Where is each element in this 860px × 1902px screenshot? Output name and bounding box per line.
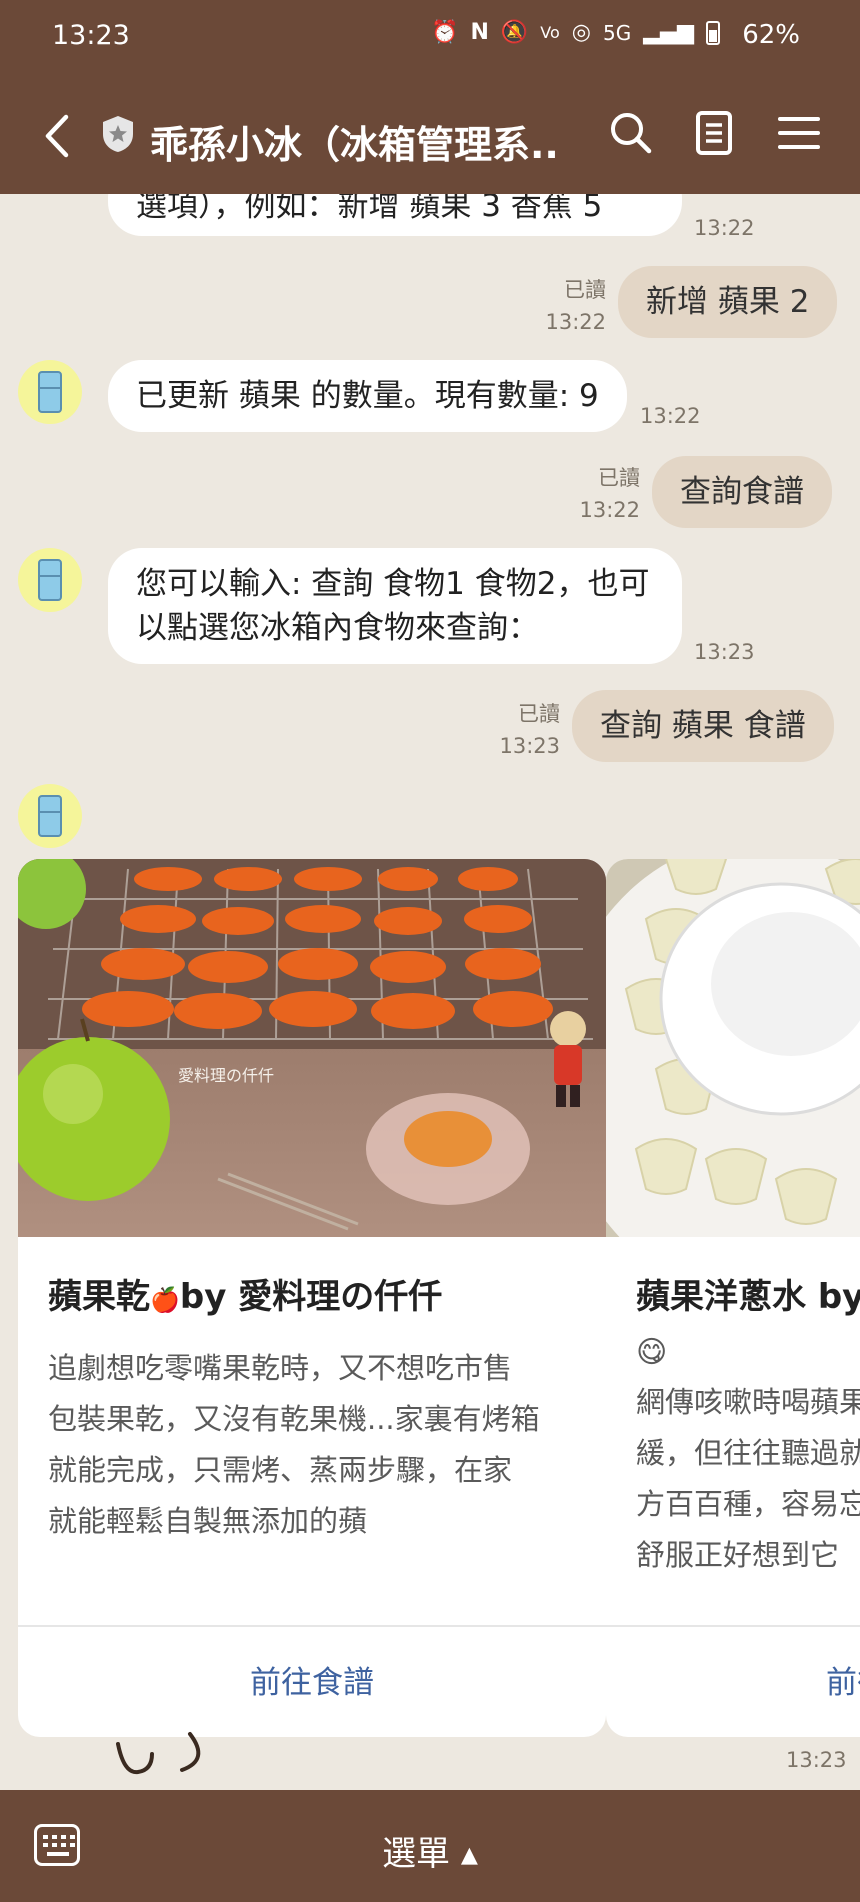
recipe-desc-line: 舒服正好想到它 (636, 1538, 840, 1572)
incoming-message[interactable]: 選項），例如：新增 蘋果 3 香蕉 5 (108, 194, 682, 236)
recipe-desc-line: 緩，但往往聽過就 (636, 1436, 860, 1470)
apple-onion-photo (606, 859, 860, 1237)
dried-apple-photo: 愛料理の仟仟 (18, 859, 606, 1237)
recipe-desc-line: 包裝果乾，又沒有乾果機...家裏有烤箱 (48, 1402, 540, 1436)
message-time: 13:22 (640, 404, 701, 428)
message-time: 13:23 (786, 1748, 847, 1772)
photo-watermark: 愛料理の仟仟 (178, 1067, 274, 1085)
fridge-icon (38, 371, 62, 413)
read-receipt: 已讀 (598, 466, 640, 490)
message-text-line: 您可以輸入: 查詢 食物1 食物2，也可 (136, 566, 650, 602)
chat-title[interactable]: 乖孫小冰（冰箱管理系... (150, 114, 560, 169)
message-text: 查詢食譜 (680, 474, 804, 510)
message-text: 已更新 蘋果 的數量。現有數量: 9 (136, 378, 599, 414)
recipe-card[interactable]: 蘋果洋蔥水 by 😋 網傳咳嗽時喝蘋果 緩，但往往聽過就 方百百種，容易忘 舒服… (606, 859, 860, 1737)
battery-percent: 62% (742, 20, 800, 50)
recipe-title-main: 蘋果乾 (48, 1277, 150, 1317)
card-divider (606, 1625, 860, 1627)
sticker-fragment (116, 1732, 201, 1775)
incoming-message[interactable]: 您可以輸入: 查詢 食物1 食物2，也可 以點選您冰箱內食物來查詢： (108, 548, 682, 664)
message-time: 13:22 (694, 216, 755, 240)
recipe-desc-line: 網傳咳嗽時喝蘋果 (636, 1385, 860, 1419)
back-arrow-icon[interactable] (40, 111, 74, 161)
apple-emoji-icon: 🍎 (150, 1286, 180, 1314)
fridge-icon (38, 559, 62, 601)
card-divider (18, 1625, 606, 1627)
menu-icon[interactable] (774, 108, 824, 158)
network-type: 5G (603, 20, 632, 45)
volte-icon: Vo (540, 23, 560, 42)
status-icons: ⏰ N 🔕 Vo ◎ 5G ▂▄▆ (431, 20, 720, 45)
emoji-icon: 😋 (636, 1335, 668, 1370)
message-time: 13:23 (499, 734, 560, 758)
message-text: 查詢 蘋果 食譜 (600, 708, 806, 744)
message-text: 選項），例如：新增 蘋果 3 香蕉 5 (136, 194, 603, 224)
bottom-menu-bar: 選單 ▴ (0, 1790, 860, 1902)
message-time: 13:22 (545, 310, 606, 334)
recipe-desc-line: 就能完成，只需烤、蒸兩步驟，在家 (48, 1453, 513, 1487)
status-time: 13:23 (52, 20, 130, 51)
bot-avatar[interactable] (18, 784, 82, 848)
go-to-recipe-button[interactable]: 前往食譜 (606, 1629, 860, 1737)
nfc-icon: N (470, 20, 489, 45)
mute-icon: 🔕 (500, 20, 529, 45)
chat-header: 乖孫小冰（冰箱管理系... (0, 78, 860, 194)
incoming-message[interactable]: 已更新 蘋果 的數量。現有數量: 9 (108, 360, 627, 432)
recipe-desc-line: 追劇想吃零嘴果乾時，又不想吃市售 (48, 1351, 513, 1385)
alarm-icon: ⏰ (431, 20, 459, 45)
battery-icon (706, 20, 720, 45)
signal-icon: ▂▄▆ (643, 20, 694, 45)
chat-area[interactable]: 選項），例如：新增 蘋果 3 香蕉 5 13:22 已讀 13:22 新增 蘋果… (0, 194, 860, 1790)
recipe-desc-line: 就能輕鬆自製無添加的蘋 (48, 1504, 368, 1538)
recipe-card[interactable]: 愛料理の仟仟 蘋果乾🍎by 愛料理の仟仟 追劇想吃零嘴果乾時，又不想吃市售 包裝… (18, 859, 606, 1737)
recipe-title: 蘋果洋蔥水 by (636, 1277, 860, 1317)
message-text: 新增 蘋果 2 (646, 284, 810, 320)
status-bar: 13:23 ⏰ N 🔕 Vo ◎ 5G ▂▄▆ 62% (0, 0, 860, 78)
recipe-image-dried-apple[interactable]: 愛料理の仟仟 (18, 859, 606, 1237)
search-icon[interactable] (606, 108, 656, 158)
outgoing-message[interactable]: 查詢食譜 (652, 456, 832, 528)
fridge-icon (38, 795, 62, 837)
outgoing-message[interactable]: 新增 蘋果 2 (618, 266, 838, 338)
message-time: 13:22 (579, 498, 640, 522)
read-receipt: 已讀 (564, 278, 606, 302)
bot-avatar[interactable] (18, 360, 82, 424)
recipe-description: 追劇想吃零嘴果乾時，又不想吃市售 包裝果乾，又沒有乾果機...家裏有烤箱 就能完… (48, 1343, 578, 1547)
verified-shield-icon (103, 116, 133, 152)
recipe-desc-line: 方百百種，容易忘 (636, 1487, 860, 1521)
message-time: 13:23 (694, 640, 755, 664)
read-receipt: 已讀 (518, 702, 560, 726)
outgoing-message[interactable]: 查詢 蘋果 食譜 (572, 690, 834, 762)
hotspot-icon: ◎ (571, 20, 591, 45)
message-text-line: 以點選您冰箱內食物來查詢： (136, 610, 539, 646)
notes-icon[interactable] (690, 108, 740, 158)
menu-toggle-button[interactable]: 選單 ▴ (0, 1826, 860, 1875)
recipe-description: 😋 網傳咳嗽時喝蘋果 緩，但往往聽過就 方百百種，容易忘 舒服正好想到它 (636, 1329, 860, 1581)
recipe-title-author: by 愛料理の仟仟 (179, 1277, 443, 1317)
recipe-image-apple-onion-water[interactable] (606, 859, 860, 1237)
go-to-recipe-button[interactable]: 前往食譜 (18, 1629, 606, 1737)
bot-avatar[interactable] (18, 548, 82, 612)
recipe-title: 蘋果乾🍎by 愛料理の仟仟 (48, 1271, 588, 1326)
